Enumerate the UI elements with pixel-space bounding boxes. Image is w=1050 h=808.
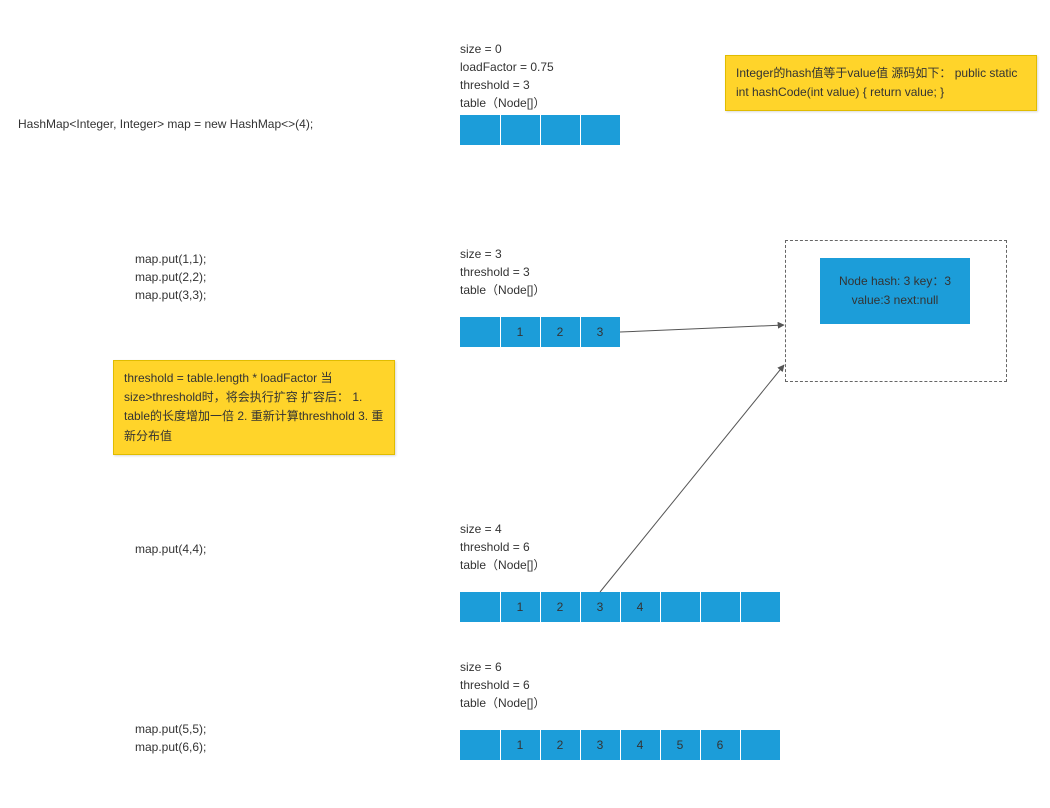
- state2-cell-7: [740, 592, 780, 622]
- state3-cell-7: [740, 730, 780, 760]
- state3-text: size = 6 threshold = 6 table（Node[]）: [460, 658, 545, 712]
- state2-cell-6: [700, 592, 740, 622]
- code-put-4: map.put(4,4);: [135, 540, 206, 558]
- diagram-canvas: HashMap<Integer, Integer> map = new Hash…: [0, 0, 1050, 808]
- note-hashcode: Integer的hash值等于value值 源码如下： public stati…: [725, 55, 1037, 111]
- state1-cell-1: 1: [500, 317, 540, 347]
- code-decl: HashMap<Integer, Integer> map = new Hash…: [18, 115, 313, 133]
- state3-cell-0: [460, 730, 500, 760]
- arrow-state1-to-node: [620, 325, 784, 332]
- state2-cell-0: [460, 592, 500, 622]
- state3-table: 1 2 3 4 5 6: [460, 730, 780, 760]
- state0-text: size = 0 loadFactor = 0.75 threshold = 3…: [460, 40, 554, 112]
- state2-cell-3: 3: [580, 592, 620, 622]
- state1-table: 1 2 3: [460, 317, 620, 347]
- state3-cell-4: 4: [620, 730, 660, 760]
- state0-table: [460, 115, 620, 145]
- state2-table: 1 2 3 4: [460, 592, 780, 622]
- state2-text: size = 4 threshold = 6 table（Node[]）: [460, 520, 545, 574]
- state3-cell-3: 3: [580, 730, 620, 760]
- state3-cell-1: 1: [500, 730, 540, 760]
- state1-cell-3: 3: [580, 317, 620, 347]
- state3-cell-5: 5: [660, 730, 700, 760]
- state3-cell-6: 6: [700, 730, 740, 760]
- note-resize: threshold = table.length * loadFactor 当s…: [113, 360, 395, 455]
- state2-cell-5: [660, 592, 700, 622]
- state2-cell-1: 1: [500, 592, 540, 622]
- node-detail: Node hash: 3 key：3 value:3 next:null: [820, 258, 970, 324]
- state1-text: size = 3 threshold = 3 table（Node[]）: [460, 245, 545, 299]
- state3-cell-2: 2: [540, 730, 580, 760]
- code-put-56: map.put(5,5); map.put(6,6);: [135, 720, 206, 756]
- arrow-state2-to-node: [600, 365, 784, 592]
- state1-cell-2: 2: [540, 317, 580, 347]
- state1-cell-0: [460, 317, 500, 347]
- state2-cell-4: 4: [620, 592, 660, 622]
- code-put-123: map.put(1,1); map.put(2,2); map.put(3,3)…: [135, 250, 206, 304]
- state2-cell-2: 2: [540, 592, 580, 622]
